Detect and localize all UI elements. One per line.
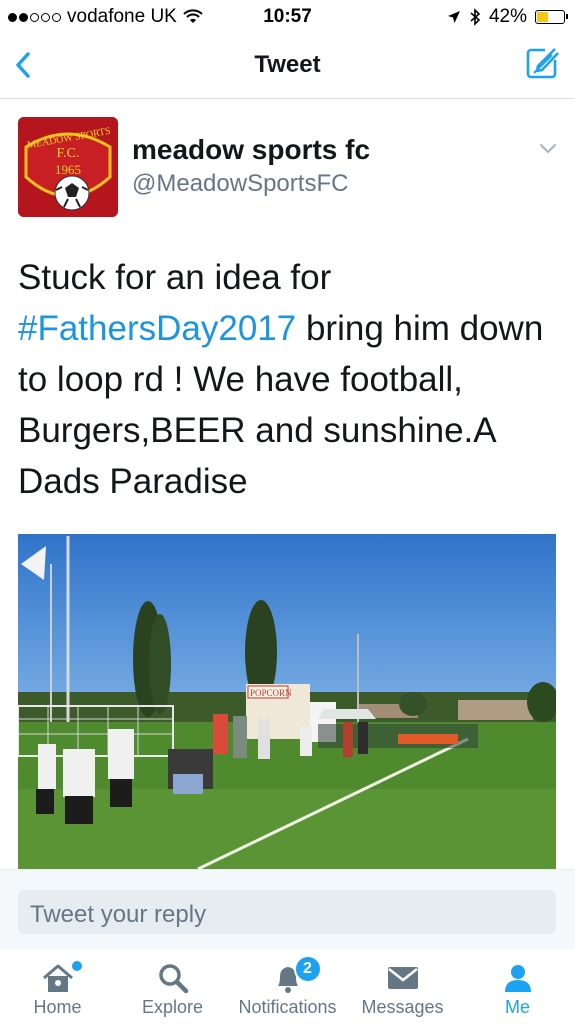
compose-tweet-icon[interactable] [525,46,559,80]
tab-me[interactable]: Me [460,949,575,1024]
tweet-text: Stuck for an idea for #FathersDay2017 br… [18,252,558,507]
person-icon [504,965,531,992]
status-bar: vodafone UK 10:57 42% [0,0,575,34]
avatar[interactable]: MEADOW SPORTS F.C. 1965 [18,117,118,217]
tab-notifications[interactable]: 2 Notifications [230,949,345,1024]
tweet-photo[interactable]: POPCORN [18,534,556,869]
tab-messages[interactable]: Messages [345,949,460,1024]
notification-badge: 2 [293,955,322,983]
bluetooth-icon [470,8,481,26]
tab-label-explore: Explore [141,997,204,1017]
status-right: 42% [447,6,568,28]
page-title: Tweet [254,51,321,78]
reply-input[interactable]: Tweet your reply [18,890,556,934]
avatar-text-2: F.C. [56,146,80,161]
football-field-photo: POPCORN [18,534,556,869]
tab-bar: Home Explore 2 Notifications Messages Me [0,949,575,1024]
chevron-down-icon[interactable] [538,142,558,156]
battery-percent: 42% [488,6,527,27]
location-arrow-icon [447,11,460,23]
nav-bar: Tweet [0,34,575,99]
user-handle[interactable]: @MeadowSportsFC [132,170,348,198]
popcorn-sign: POPCORN [250,688,292,698]
envelope-icon [387,967,418,989]
home-new-dot [71,961,82,971]
display-name[interactable]: meadow sports fc [132,134,370,166]
search-icon [158,964,188,994]
tab-explore[interactable]: Explore [115,949,230,1024]
avatar-text-3: 1965 [55,162,81,177]
reply-bar: Tweet your reply [0,869,575,950]
hashtag-link[interactable]: #FathersDay2017 [18,309,296,348]
tab-label-messages: Messages [361,997,444,1017]
battery-icon [535,10,568,24]
tab-label-me: Me [504,997,530,1017]
tab-label-notifications: Notifications [238,997,337,1017]
tweet-text-start: Stuck for an idea for [18,258,332,297]
home-icon [42,964,73,992]
tab-label-home: Home [33,997,82,1017]
tab-home[interactable]: Home [0,949,115,1024]
